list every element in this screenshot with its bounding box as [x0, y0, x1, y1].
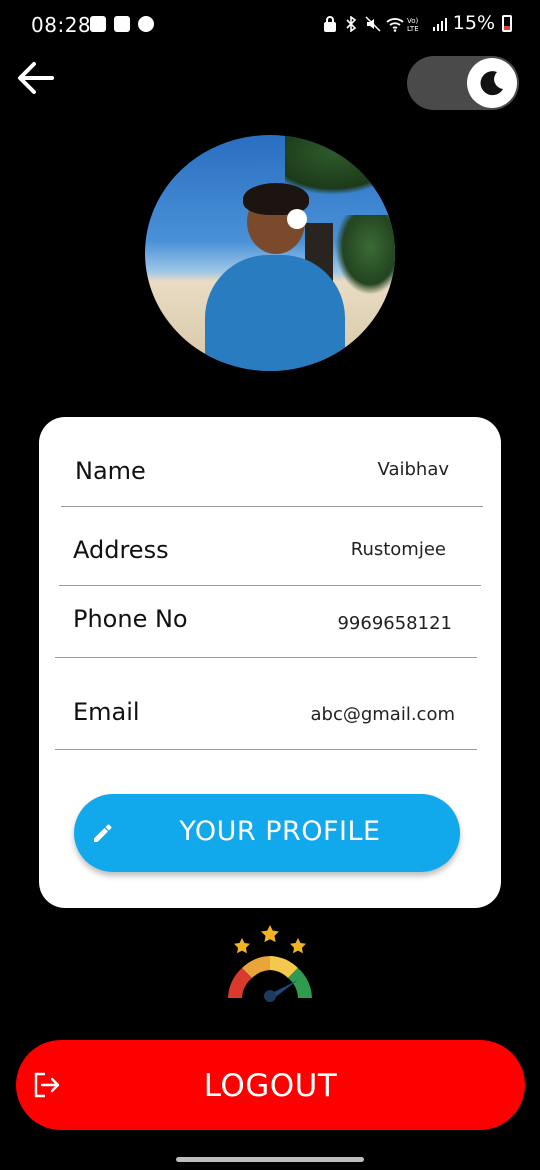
back-button[interactable] [14, 56, 58, 100]
wifi-icon [386, 15, 404, 32]
mute-icon [365, 15, 381, 32]
logout-label: LOGOUT [203, 1068, 338, 1104]
svg-text:LTE: LTE [407, 25, 419, 32]
battery-percentage: 15% [452, 12, 495, 34]
battery-icon [502, 14, 512, 32]
arrow-left-icon [18, 62, 54, 94]
field-value: 9969658121 [337, 613, 452, 634]
profile-card: Name Vaibhav Address Rustomjee Phone No … [39, 417, 501, 908]
toggle-knob [467, 58, 517, 108]
bluetooth-icon [344, 15, 358, 33]
lock-icon [323, 15, 337, 32]
svg-text:Vo): Vo) [407, 17, 419, 25]
your-profile-button[interactable]: YOUR PROFILE [74, 794, 460, 872]
field-value: Vaibhav [377, 459, 449, 480]
moon-icon [480, 71, 503, 96]
app-notification-icon [138, 16, 154, 32]
home-indicator[interactable] [176, 1157, 364, 1162]
volte-icon: Vo) LTE [407, 15, 425, 33]
field-label: Address [73, 536, 169, 564]
gallery-notification-icon [90, 16, 106, 32]
field-label: Name [75, 457, 146, 485]
divider [61, 506, 483, 507]
status-time: 08:28 [31, 13, 92, 37]
profile-avatar [145, 135, 395, 371]
divider [59, 585, 481, 586]
your-profile-label: YOUR PROFILE [179, 816, 381, 847]
field-value: abc@gmail.com [310, 704, 455, 725]
checkbox-notification-icon [114, 16, 130, 32]
notification-icons [90, 16, 154, 32]
field-label: Phone No [73, 605, 188, 633]
rating-meter-icon [222, 922, 318, 1002]
status-bar: 08:28 Vo) LTE 15% [0, 0, 540, 50]
divider [55, 657, 477, 658]
signal-icon [432, 15, 447, 31]
field-value: Rustomjee [350, 539, 446, 560]
theme-toggle[interactable] [407, 56, 519, 110]
field-label: Email [73, 698, 140, 726]
logout-button[interactable]: LOGOUT [16, 1040, 525, 1130]
divider [55, 749, 477, 750]
system-icons: Vo) LTE 15% [323, 12, 512, 34]
